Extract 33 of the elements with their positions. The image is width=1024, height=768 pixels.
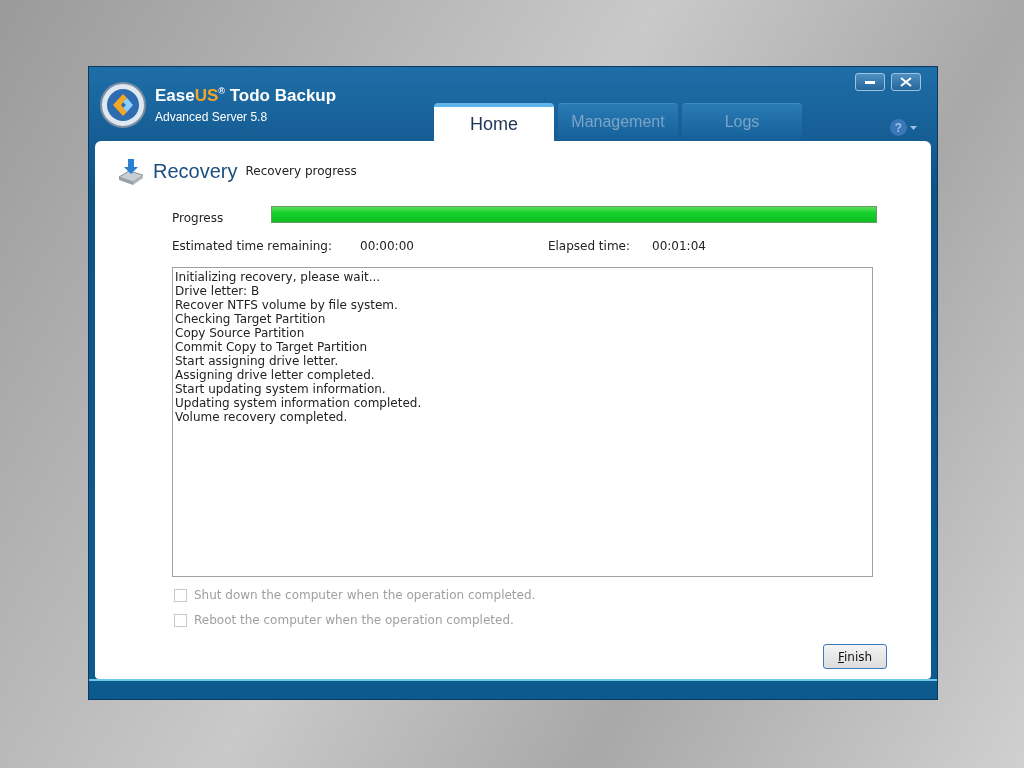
time-value: 00:01:04 <box>652 239 706 253</box>
log-line: Drive letter: B <box>175 284 261 298</box>
time-label: Elapsed time: <box>547 239 630 253</box>
minimize-icon <box>865 80 875 84</box>
log-line: Volume recovery completed. <box>175 410 349 424</box>
section-subtitle: Recovery progress <box>245 164 357 178</box>
tab[interactable]: Logs <box>682 103 802 140</box>
minimize-button[interactable] <box>855 73 885 91</box>
edition-label: Advanced Server 5.8 <box>155 110 269 124</box>
checkbox-label: Shut down the computer when the operation completed. <box>194 588 536 602</box>
log-line: Recover NTFS volume by file system. <box>175 298 399 312</box>
log-line: Checking Target Partition <box>175 312 327 326</box>
log-line: Start assigning drive letter. <box>175 354 340 368</box>
log-line: Updating system information completed. <box>175 396 423 410</box>
caret-icon <box>910 125 917 130</box>
finish-button[interactable]: Finish <box>823 644 887 669</box>
progress-label: Progress <box>172 211 224 225</box>
time-label: Estimated time remaining: <box>172 239 332 253</box>
log-line: Assigning drive letter completed. <box>175 368 376 382</box>
checkbox-label: Reboot the computer when the operation completed. <box>194 613 514 627</box>
close-icon <box>900 77 912 87</box>
log-line: Start updating system information. <box>175 382 387 396</box>
logo-icon <box>99 81 147 129</box>
tab[interactable]: Management <box>558 103 678 140</box>
app-title: EaseUS® Todo Backup <box>155 86 337 106</box>
log-line: Initializing recovery, please wait... <box>175 270 382 284</box>
close-button[interactable] <box>891 73 921 91</box>
time-value: 00:00:00 <box>360 239 414 253</box>
section-title: Recovery <box>153 159 238 183</box>
drive-download-icon <box>117 157 145 185</box>
log-line: Commit Copy to Target Partition <box>175 340 369 354</box>
log-line: Copy Source Partition <box>175 326 306 340</box>
tab[interactable]: Home <box>434 103 554 141</box>
